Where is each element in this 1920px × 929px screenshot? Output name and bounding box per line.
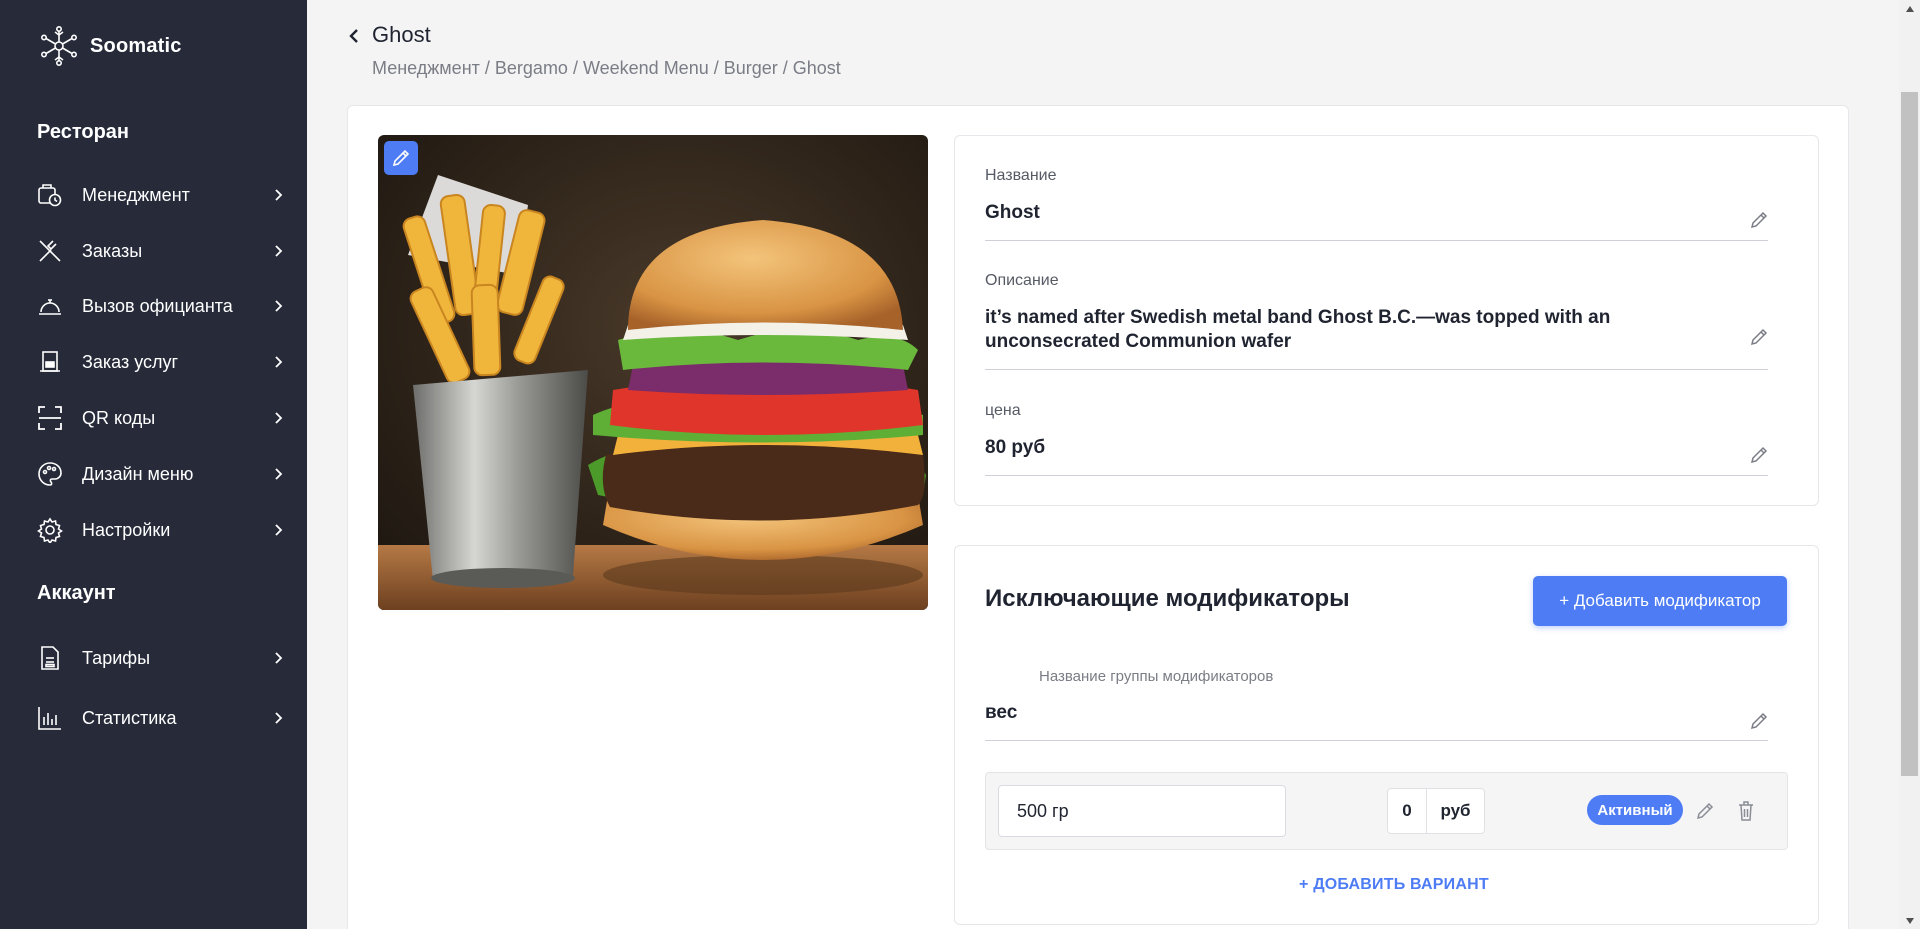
arrow-up-icon	[1905, 5, 1914, 12]
network-snowflake-icon	[40, 25, 77, 66]
scroll-down-arrow[interactable]	[1899, 912, 1920, 929]
management-icon	[37, 182, 63, 208]
section-title-restaurant: Ресторан	[37, 121, 129, 143]
scrollbar-thumb[interactable]	[1901, 92, 1918, 776]
sidebar-item-label: Статистика	[82, 707, 177, 728]
modifier-group-value: вес	[985, 702, 1018, 723]
brand[interactable]: Soomatic	[38, 25, 182, 66]
chevron-right-icon	[275, 652, 283, 664]
pencil-icon	[1750, 211, 1768, 229]
chevron-right-icon	[275, 524, 283, 536]
item-photo	[378, 135, 928, 610]
description-label: Описание	[985, 272, 1059, 289]
breadcrumb-item[interactable]: Bergamo	[495, 58, 568, 78]
sidebar: Soomatic Ресторан Менеджмент Заказы Вызо…	[0, 0, 307, 929]
chevron-right-icon	[275, 245, 283, 257]
sidebar-item-label: Дизайн меню	[82, 463, 194, 484]
palette-icon	[37, 461, 63, 487]
chevron-left-icon	[349, 29, 358, 43]
variant-price-input[interactable]: 0	[1387, 788, 1427, 834]
sidebar-item-orders[interactable]: Заказы	[37, 233, 285, 269]
brand-name: Soomatic	[90, 34, 182, 57]
sidebar-item-label: Менеджмент	[82, 184, 190, 205]
chevron-right-icon	[275, 300, 283, 312]
chevron-right-icon	[275, 712, 283, 724]
sidebar-item-management[interactable]: Менеджмент	[37, 177, 285, 213]
pencil-icon	[392, 149, 410, 167]
page-title: Ghost	[372, 22, 431, 47]
pencil-icon	[1750, 712, 1768, 730]
sidebar-item-menu-design[interactable]: Дизайн меню	[37, 456, 285, 492]
sidebar-item-service-orders[interactable]: Заказ услуг	[37, 344, 285, 380]
description-value: it’s named after Swedish metal band Ghos…	[985, 307, 1611, 352]
door-icon	[37, 349, 63, 375]
price-value: 80 руб	[985, 437, 1046, 458]
burger-fries-image	[378, 135, 928, 610]
breadcrumb-separator: /	[567, 58, 583, 78]
sidebar-item-waiter-call[interactable]: Вызов официанта	[37, 288, 285, 324]
breadcrumb-separator: /	[708, 58, 724, 78]
chevron-right-icon	[275, 356, 283, 368]
sidebar-item-label: QR коды	[82, 407, 156, 428]
breadcrumb-item-current: Ghost	[792, 58, 841, 78]
edit-description-button[interactable]	[1748, 326, 1770, 348]
sidebar-item-qr-codes[interactable]: QR коды	[37, 400, 285, 436]
edit-price-button[interactable]	[1748, 444, 1770, 466]
pencil-icon	[1750, 328, 1768, 346]
name-underline	[985, 240, 1768, 241]
delete-variant-button[interactable]	[1735, 800, 1757, 822]
sidebar-item-tariffs[interactable]: Тарифы	[37, 640, 285, 676]
qr-scan-icon	[37, 405, 63, 431]
name-label: Название	[985, 167, 1057, 184]
variant-currency: руб	[1426, 788, 1485, 834]
sidebar-item-settings[interactable]: Настройки	[37, 512, 285, 548]
sidebar-item-label: Настройки	[82, 519, 171, 540]
breadcrumb-item[interactable]: Weekend Menu	[583, 58, 709, 78]
document-icon	[37, 645, 63, 671]
variant-name-input[interactable]: 500 гр	[998, 785, 1286, 837]
price-label: цена	[985, 402, 1021, 419]
scroll-up-arrow[interactable]	[1899, 0, 1920, 17]
breadcrumb-item[interactable]: Менеджмент	[372, 58, 480, 78]
edit-group-button[interactable]	[1748, 710, 1770, 732]
back-button[interactable]	[344, 24, 364, 48]
modifiers-title: Исключающие модификаторы	[985, 585, 1350, 612]
photo-edit-button[interactable]	[384, 141, 418, 175]
sidebar-item-label: Заказы	[82, 240, 143, 261]
breadcrumb-separator: /	[777, 58, 793, 78]
breadcrumb: Менеджмент / Bergamo / Weekend Menu / Bu…	[372, 58, 841, 79]
group-underline	[985, 740, 1768, 741]
chevron-right-icon	[275, 468, 283, 480]
pencil-icon	[1696, 802, 1714, 820]
chevron-right-icon	[275, 189, 283, 201]
sidebar-item-label: Вызов официанта	[82, 295, 233, 316]
breadcrumb-separator: /	[479, 58, 495, 78]
price-underline	[985, 475, 1768, 476]
sidebar-item-label: Заказ услуг	[82, 351, 179, 372]
sidebar-item-statistics[interactable]: Статистика	[37, 700, 285, 736]
description-underline	[985, 369, 1768, 370]
add-modifier-button[interactable]: + Добавить модификатор	[1533, 576, 1787, 626]
trash-icon	[1739, 801, 1753, 821]
cutlery-icon	[37, 238, 63, 264]
edit-name-button[interactable]	[1748, 209, 1770, 231]
sidebar-item-label: Тарифы	[82, 647, 151, 668]
arrow-down-icon	[1905, 917, 1914, 924]
edit-variant-button[interactable]	[1694, 800, 1716, 822]
bar-chart-icon	[37, 705, 63, 731]
gear-icon	[37, 517, 63, 543]
service-bell-icon	[37, 293, 63, 319]
chevron-right-icon	[275, 412, 283, 424]
pencil-icon	[1750, 446, 1768, 464]
status-badge[interactable]: Активный	[1587, 795, 1683, 825]
section-title-account: Аккаунт	[37, 582, 116, 604]
modifier-group-label: Название группы модификаторов	[1039, 668, 1274, 685]
breadcrumb-item[interactable]: Burger	[724, 58, 778, 78]
name-value: Ghost	[985, 202, 1040, 223]
add-variant-button[interactable]: + ДОБАВИТЬ ВАРИАНТ	[1299, 876, 1489, 894]
